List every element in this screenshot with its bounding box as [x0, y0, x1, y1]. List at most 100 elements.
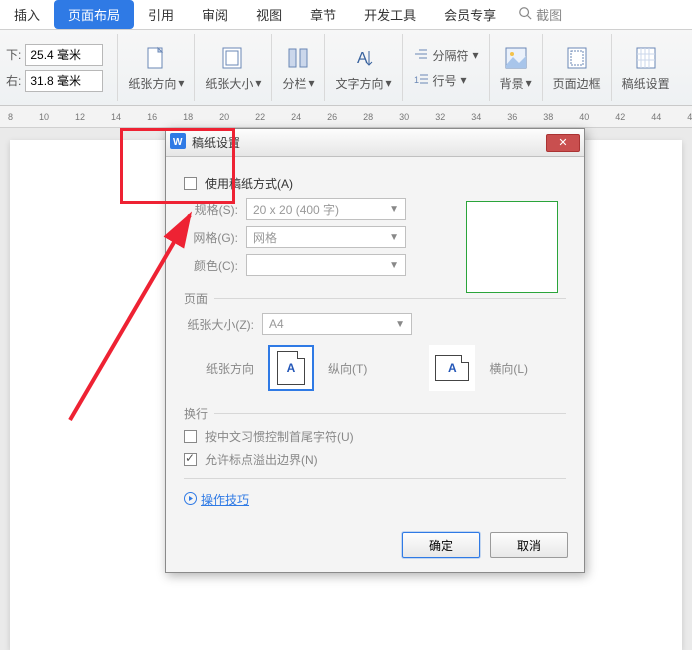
margin-bottom-input[interactable]: [25, 44, 103, 66]
paper-size-select[interactable]: A4▼: [262, 313, 412, 335]
tab-chapter[interactable]: 章节: [296, 0, 350, 29]
separator-icon: [413, 46, 429, 65]
separator-button[interactable]: 分隔符▾: [413, 46, 479, 65]
orientation-label: 纸张方向: [184, 360, 254, 377]
tab-page-layout[interactable]: 页面布局: [54, 0, 134, 29]
chevron-down-icon: ▾: [255, 76, 261, 90]
spec-select[interactable]: 20 x 20 (400 字)▼: [246, 198, 406, 220]
landscape-button[interactable]: A: [429, 345, 475, 391]
svg-text:A: A: [357, 50, 368, 67]
margins-group: 下: 右:: [2, 34, 118, 101]
search-icon: [518, 6, 532, 23]
ruler-mark: 8: [8, 112, 13, 122]
chevron-down-icon: ▼: [395, 319, 405, 330]
ruler-mark: 24: [291, 112, 301, 122]
tab-dev-tools[interactable]: 开发工具: [350, 0, 430, 29]
page-border-button[interactable]: 页面边框: [543, 34, 612, 101]
tab-review[interactable]: 审阅: [188, 0, 242, 29]
ruler-mark: 28: [363, 112, 373, 122]
landscape-label: 横向(L): [489, 360, 528, 377]
svg-text:W: W: [173, 137, 183, 148]
background-button[interactable]: 背景▾: [490, 34, 543, 101]
chevron-down-icon: ▼: [389, 232, 399, 243]
columns-icon: [284, 44, 312, 72]
genko-settings-dialog: W 稿纸设置 ✕ 使用稿纸方式(A) 规格(S): 20 x 20 (400 字…: [165, 128, 585, 573]
ruler-mark: 18: [183, 112, 193, 122]
chevron-down-icon: ▾: [526, 76, 532, 90]
paper-orientation-button[interactable]: 纸张方向▾: [118, 34, 195, 101]
cjk-control-label: 按中文习惯控制首尾字符(U): [205, 428, 354, 445]
genko-icon: [632, 44, 660, 72]
ruler-mark: 22: [255, 112, 265, 122]
ruler-mark: 38: [543, 112, 553, 122]
tab-member[interactable]: 会员专享: [430, 0, 510, 29]
grid-preview: [466, 201, 558, 293]
use-genko-checkbox[interactable]: [184, 177, 197, 190]
chevron-down-icon: ▾: [461, 73, 467, 87]
margin-right-input[interactable]: [25, 70, 103, 92]
dialog-titlebar[interactable]: W 稿纸设置 ✕: [166, 129, 584, 157]
line-number-button[interactable]: 1 行号▾: [413, 71, 467, 90]
tips-link[interactable]: 操作技巧: [184, 491, 566, 508]
background-icon: [502, 44, 530, 72]
cjk-control-checkbox[interactable]: [184, 430, 197, 443]
section-page-label: 页面: [184, 290, 208, 307]
ruler-mark: 44: [651, 112, 661, 122]
menu-tabs: 插入 页面布局 引用 审阅 视图 章节 开发工具 会员专享 截图: [0, 0, 692, 30]
chevron-down-icon: ▼: [389, 204, 399, 215]
tab-references[interactable]: 引用: [134, 0, 188, 29]
line-number-icon: 1: [413, 71, 429, 90]
allow-overflow-label: 允许标点溢出边界(N): [205, 451, 318, 468]
margin-bottom-label: 下:: [6, 46, 21, 63]
ruler-mark: 46: [687, 112, 692, 122]
chevron-down-icon: ▾: [178, 76, 184, 90]
ruler-mark: 20: [219, 112, 229, 122]
chevron-down-icon: ▾: [473, 48, 479, 62]
text-direction-icon: A: [350, 44, 378, 72]
portrait-button[interactable]: A: [268, 345, 314, 391]
close-icon: ✕: [558, 136, 567, 149]
close-button[interactable]: ✕: [546, 134, 580, 152]
tab-view[interactable]: 视图: [242, 0, 296, 29]
svg-text:1: 1: [414, 75, 419, 85]
play-icon: [184, 492, 197, 508]
ruler-mark: 12: [75, 112, 85, 122]
ruler-mark: 30: [399, 112, 409, 122]
paper-size-icon: [219, 44, 247, 72]
allow-overflow-checkbox[interactable]: [184, 453, 197, 466]
section-wrap-label: 换行: [184, 405, 208, 422]
text-direction-button[interactable]: A 文字方向▾: [325, 34, 402, 101]
tab-insert[interactable]: 插入: [0, 0, 54, 29]
ruler-mark: 32: [435, 112, 445, 122]
columns-button[interactable]: 分栏▾: [272, 34, 325, 101]
ruler-mark: 40: [579, 112, 589, 122]
ribbon: 下: 右: 纸张方向▾ 纸张大小▾ 分栏▾ A 文字方向▾ 分隔符▾ 1 行号▾: [0, 30, 692, 106]
horizontal-ruler: 810121416182022242628303234363840424446: [0, 106, 692, 128]
portrait-label: 纵向(T): [328, 360, 367, 377]
cancel-button[interactable]: 取消: [490, 532, 568, 558]
orientation-icon: [142, 44, 170, 72]
chevron-down-icon: ▾: [386, 76, 392, 90]
ruler-mark: 34: [471, 112, 481, 122]
dialog-title: 稿纸设置: [192, 134, 540, 151]
ruler-mark: 16: [147, 112, 157, 122]
search-placeholder: 截图: [536, 5, 562, 24]
paper-size-button[interactable]: 纸张大小▾: [195, 34, 272, 101]
grid-select[interactable]: 网格▼: [246, 226, 406, 248]
chevron-down-icon: ▼: [389, 260, 399, 271]
page-border-icon: [563, 44, 591, 72]
ruler-mark: 10: [39, 112, 49, 122]
ruler-mark: 26: [327, 112, 337, 122]
spec-label: 规格(S):: [184, 201, 238, 218]
search-box[interactable]: 截图: [518, 5, 562, 24]
ok-button[interactable]: 确定: [402, 532, 480, 558]
color-select[interactable]: ▼: [246, 254, 406, 276]
color-label: 颜色(C):: [184, 257, 238, 274]
genko-button[interactable]: 稿纸设置: [612, 34, 680, 101]
ruler-mark: 14: [111, 112, 121, 122]
margin-right-label: 右:: [6, 72, 21, 89]
grid-label: 网格(G):: [184, 229, 238, 246]
use-genko-label: 使用稿纸方式(A): [205, 175, 293, 192]
ruler-mark: 36: [507, 112, 517, 122]
app-icon: W: [170, 133, 186, 152]
